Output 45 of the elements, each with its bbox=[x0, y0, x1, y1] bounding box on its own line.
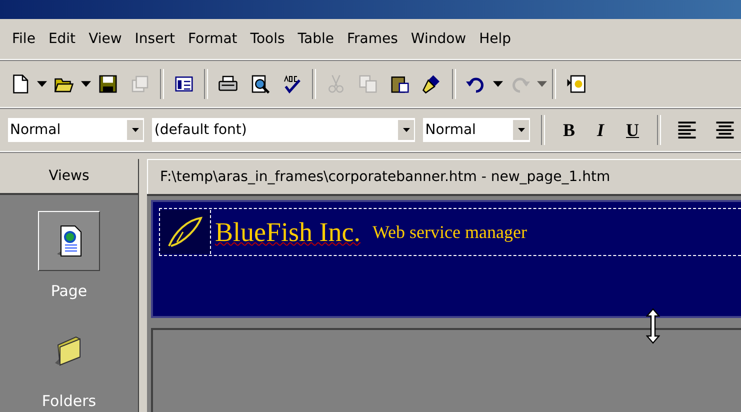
dropdown-arrow-icon bbox=[518, 128, 525, 132]
dropdown-arrow-icon bbox=[132, 128, 139, 132]
page-view-button[interactable]: Page bbox=[38, 211, 100, 299]
dropdown-arrow-icon bbox=[537, 81, 547, 87]
print-preview-icon bbox=[250, 74, 270, 94]
font-dropdown[interactable]: (default font) bbox=[151, 117, 416, 143]
menu-item[interactable]: Format bbox=[182, 31, 244, 47]
company-name: BlueFish Inc. bbox=[215, 216, 360, 248]
page-globe-icon bbox=[55, 224, 83, 258]
font-size-dropdown[interactable]: Normal bbox=[422, 117, 532, 143]
view-label: Folders bbox=[42, 393, 96, 409]
copy-pages-icon bbox=[358, 74, 378, 94]
menu-item[interactable]: Help bbox=[473, 31, 518, 47]
dropdown-arrow-icon bbox=[402, 128, 410, 132]
paintbrush-icon bbox=[422, 74, 442, 94]
resize-cursor-icon bbox=[646, 308, 660, 344]
bold-button[interactable]: B bbox=[555, 118, 584, 142]
printer-icon bbox=[218, 74, 238, 94]
menu-item[interactable]: Insert bbox=[128, 31, 182, 47]
menu-item[interactable]: View bbox=[82, 31, 129, 47]
view-label: Page bbox=[50, 283, 88, 299]
menu-item[interactable]: File bbox=[6, 31, 42, 47]
menu-item[interactable]: Tools bbox=[244, 31, 292, 47]
underline-button[interactable]: U bbox=[618, 118, 648, 142]
new-document-icon bbox=[10, 74, 30, 94]
clipboard-icon bbox=[390, 74, 410, 94]
dropdown-arrow-icon bbox=[81, 81, 91, 87]
menu-item[interactable]: Table bbox=[292, 31, 341, 47]
menu-item[interactable]: Window bbox=[404, 31, 474, 47]
folder-list-icon bbox=[174, 74, 194, 94]
views-header: Views bbox=[0, 159, 138, 195]
align-left-icon bbox=[677, 120, 698, 140]
web-page-icon bbox=[566, 74, 586, 94]
dropdown-arrow-icon bbox=[37, 81, 47, 87]
italic-button[interactable]: I bbox=[589, 118, 612, 142]
menu-item[interactable]: Frames bbox=[341, 31, 405, 47]
scissors-icon bbox=[326, 74, 346, 94]
stacked-pages-icon bbox=[130, 74, 150, 94]
align-center-icon bbox=[715, 120, 736, 140]
tagline: Web service manager bbox=[372, 222, 527, 242]
menu-item[interactable]: Edit bbox=[42, 31, 83, 47]
folders-view-button[interactable]: Folders bbox=[38, 321, 100, 409]
style-dropdown[interactable]: Normal bbox=[7, 117, 146, 143]
spelling-check-icon bbox=[282, 74, 302, 94]
dropdown-arrow-icon bbox=[493, 81, 503, 87]
